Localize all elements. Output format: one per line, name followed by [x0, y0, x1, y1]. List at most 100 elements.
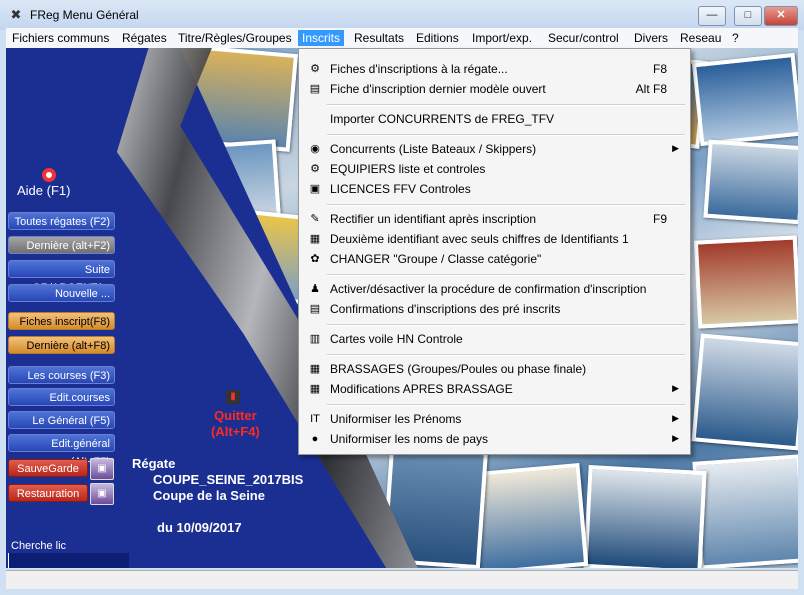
inscrits-menu-item-14[interactable]: ▤ Confirmations d'inscriptions des pré in… — [301, 299, 687, 319]
left-button-5[interactable]: Dernière (alt+F8) — [8, 336, 115, 354]
inscrits-menu-item-18[interactable]: ▦ BRASSAGES (Groupes/Poules ou phase fina… — [301, 359, 687, 379]
left-button-3[interactable]: Nouvelle ... — [8, 284, 115, 302]
menu-item-icon: ⚙ — [310, 63, 320, 75]
quit-label: Quitter — [214, 408, 257, 423]
menu-7[interactable]: Secur/control — [544, 30, 623, 46]
title-bar: ✖ FReg Menu Général — □ ✕ — [0, 0, 804, 30]
inscrits-menu-item-3[interactable]: Importer CONCURRENTS de FREG_TFV — [301, 109, 687, 129]
menu-item-label: Fiche d'inscription dernier modèle ouver… — [330, 82, 546, 96]
minimize-button[interactable]: — — [698, 6, 726, 26]
menu-item-icon: ✿ — [310, 253, 320, 265]
inscrits-menu-item-21[interactable]: IT Uniformiser les Prénoms ▶ — [301, 409, 687, 429]
help-label[interactable]: Aide (F1) — [17, 183, 70, 198]
menu-item-icon: ✎ — [310, 213, 320, 225]
menu-item-label: LICENCES FFV Controles — [330, 182, 471, 196]
menu-item-icon: ▦ — [309, 233, 321, 245]
menu-item-label: Modifications APRES BRASSAGE — [330, 382, 513, 396]
status-bar — [6, 570, 798, 589]
menu-item-icon: ▦ — [309, 363, 321, 375]
menu-item-label: Activer/désactiver la procédure de confi… — [330, 282, 647, 296]
menu-item-icon: ● — [311, 433, 319, 445]
menu-5[interactable]: Editions — [412, 30, 463, 46]
menu-item-label: Uniformiser les noms de pays — [330, 432, 489, 446]
menu-item-label: Rectifier un identifiant après inscripti… — [330, 212, 537, 226]
menu-item-label: Fiches d'inscriptions à la régate... — [330, 62, 508, 76]
menu-9[interactable]: Reseau — [676, 30, 725, 46]
left-button-6[interactable]: Les courses (F3) — [8, 366, 115, 384]
menu-item-icon: ▦ — [309, 383, 321, 395]
menu-item-label: Concurrents (Liste Bateaux / Skippers) — [330, 142, 537, 156]
submenu-arrow-icon: ▶ — [672, 383, 679, 393]
menu-item-label: CHANGER "Groupe / Classe catégorie" — [330, 252, 542, 266]
left-button-7[interactable]: Edit.courses (Alt+F3) — [8, 388, 115, 422]
inscrits-menu-item-13[interactable]: ♟ Activer/désactiver la procédure de conf… — [301, 279, 687, 299]
inscrits-menu-item-10[interactable]: ▦ Deuxième identifiant avec seuls chiffre… — [301, 229, 687, 249]
menu-6[interactable]: Import/exp. — [468, 30, 536, 46]
inscrits-menu-item-1[interactable]: ▤ Fiche d'inscription dernier modèle ouve… — [301, 79, 687, 99]
app-icon: ✖ — [10, 7, 22, 22]
left-button-8[interactable]: Le Général (F5) — [8, 411, 115, 429]
menu-item-label: BRASSAGES (Groupes/Poules ou phase final… — [330, 362, 587, 376]
menu-10[interactable]: ? — [728, 30, 743, 46]
menu-item-icon: ▤ — [309, 83, 321, 95]
restore-icon[interactable]: ▣ — [90, 483, 114, 505]
quit-button[interactable]: Quitter (Alt+F4) — [211, 408, 260, 440]
menu-item-icon: ▣ — [309, 183, 321, 195]
inscrits-menu-item-0[interactable]: ⚙ Fiches d'inscriptions à la régate... F8 — [301, 59, 687, 79]
menu-4[interactable]: Resultats — [350, 30, 408, 46]
menu-item-label: Deuxième identifiant avec seuls chiffres… — [330, 232, 629, 246]
menu-separator — [327, 204, 685, 206]
save-icon[interactable]: ▣ — [90, 458, 114, 480]
inscrits-dropdown: ⚙ Fiches d'inscriptions à la régate... F8 ▤… — [298, 48, 691, 455]
menu-item-label: Cartes voile HN Controle — [330, 332, 463, 346]
menu-1[interactable]: Régates — [118, 30, 171, 46]
menu-item-label: Importer CONCURRENTS de FREG_TFV — [330, 112, 555, 126]
left-button-2[interactable]: Suite OR/ARGENT/... — [8, 260, 115, 294]
inscrits-menu-item-7[interactable]: ▣ LICENCES FFV Controles — [301, 179, 687, 199]
lifebuoy-icon — [42, 168, 56, 182]
menu-separator — [327, 404, 685, 406]
left-button-4[interactable]: Fiches inscript(F8) — [8, 312, 115, 330]
menu-item-icon: ⚙ — [310, 163, 320, 175]
regate-label: Régate — [132, 456, 176, 471]
menu-0[interactable]: Fichiers communs — [8, 30, 113, 46]
regate-code: COUPE_SEINE_2017BIS — [153, 472, 304, 487]
menu-item-icon — [307, 112, 323, 126]
inscrits-menu-item-9[interactable]: ✎ Rectifier un identifiant après inscript… — [301, 209, 687, 229]
submenu-arrow-icon: ▶ — [672, 433, 679, 443]
inscrits-menu-item-19[interactable]: ▦ Modifications APRES BRASSAGE ▶ — [301, 379, 687, 399]
left-button-9[interactable]: Edit.général (Alt+F5) — [8, 434, 115, 468]
menu-separator — [327, 274, 685, 276]
menu-item-shortcut: F9 — [652, 212, 667, 226]
menu-item-icon: ▥ — [309, 333, 321, 345]
menu-item-icon: IT — [310, 413, 320, 425]
menu-item-label: Confirmations d'inscriptions des pré ins… — [330, 302, 561, 316]
inscrits-menu-item-22[interactable]: ● Uniformiser les noms de pays ▶ — [301, 429, 687, 449]
menu-2[interactable]: Titre/Règles/Groupes — [174, 30, 296, 46]
submenu-arrow-icon: ▶ — [672, 143, 679, 153]
close-button[interactable]: ✕ — [764, 6, 798, 26]
menu-3[interactable]: Inscrits — [298, 30, 345, 46]
inscrits-menu-item-6[interactable]: ⚙ EQUIPIERS liste et controles — [301, 159, 687, 179]
menu-item-label: Uniformiser les Prénoms — [330, 412, 462, 426]
left-button-0[interactable]: Toutes régates (F2) — [8, 212, 115, 230]
main-window: ✖ FReg Menu Général — □ ✕ Fichiers commu… — [0, 0, 804, 595]
inscrits-menu-item-16[interactable]: ▥ Cartes voile HN Controle — [301, 329, 687, 349]
window-title: FReg Menu Général — [30, 8, 139, 22]
cherche-input[interactable] — [8, 553, 129, 568]
menu-separator — [327, 324, 685, 326]
restore-button[interactable]: Restauration — [8, 484, 88, 502]
inscrits-menu-item-11[interactable]: ✿ CHANGER "Groupe / Classe catégorie" — [301, 249, 687, 269]
menu-8[interactable]: Divers — [630, 30, 672, 46]
regate-date: du 10/09/2017 — [157, 520, 242, 535]
menu-item-icon: ♟ — [310, 283, 320, 295]
inscrits-menu-item-5[interactable]: ◉ Concurrents (Liste Bateaux / Skippers) ▶ — [301, 139, 687, 159]
left-button-1[interactable]: Dernière (alt+F2) — [8, 236, 115, 254]
save-button[interactable]: SauveGarde — [8, 459, 88, 477]
quit-shortcut: (Alt+F4) — [211, 424, 260, 439]
menu-item-icon: ▤ — [309, 303, 321, 315]
menu-bar: Fichiers communs Régates Titre/Règles/Grou… — [6, 28, 798, 48]
menu-separator — [327, 354, 685, 356]
exit-door-icon[interactable]: ▮ — [226, 390, 240, 404]
maximize-button[interactable]: □ — [734, 6, 762, 26]
